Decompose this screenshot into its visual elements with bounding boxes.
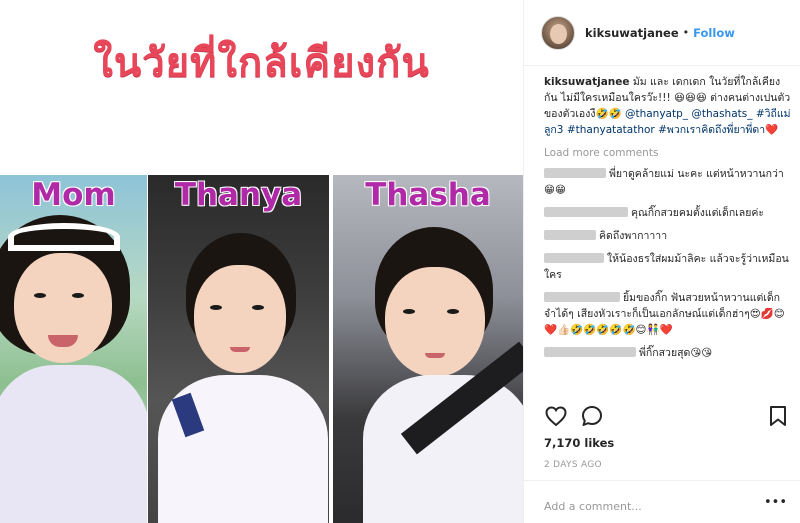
blurred-username[interactable]: [544, 230, 596, 240]
comment-box: •••: [524, 480, 800, 523]
label-mom: Mom: [31, 177, 116, 213]
post-header: kiksuwatjanee • Follow: [524, 0, 800, 66]
label-thasha: Thasha: [365, 177, 491, 213]
hashtag-link[interactable]: #พวกเราคิดถึงพี่ยาพี่ดา: [658, 124, 765, 136]
blurred-username[interactable]: [544, 207, 628, 217]
comment-item: คุณกิ๊กสวยคมตั้งแต่เด็กเลยค่ะ: [544, 205, 792, 221]
more-dots-icon[interactable]: •••: [764, 495, 787, 510]
caption: kiksuwatjanee มัม และ เดกเดก ในวัยที่ใกล…: [544, 74, 792, 138]
hashtag-link[interactable]: #thanyatatathor: [567, 124, 655, 136]
blurred-username[interactable]: [544, 347, 636, 357]
load-more-comments[interactable]: Load more comments: [544, 145, 792, 161]
follow-button[interactable]: Follow: [693, 26, 735, 40]
header-username[interactable]: kiksuwatjanee: [585, 26, 679, 40]
comment-text: พี่กิ๊กสวยสุด😘😘: [639, 347, 713, 359]
comment-text: คิดถึงพากาาาา: [599, 230, 668, 242]
post-timestamp[interactable]: 2 DAYS AGO: [544, 460, 602, 470]
separator-dot: •: [682, 26, 690, 39]
heart-emoji: ❤️: [765, 124, 779, 136]
comment-input[interactable]: [544, 500, 774, 513]
caption-username[interactable]: kiksuwatjanee: [544, 76, 630, 88]
photo-thanya: Thanya: [148, 175, 329, 523]
post-headline: ในวัยที่ใกล้เคียงกัน: [93, 40, 430, 86]
post-image[interactable]: ในวัยที่ใกล้เคียงกัน Mom Thanya Thasha: [0, 0, 523, 523]
avatar[interactable]: [541, 15, 575, 50]
comment-item: ให้น้องธรใส่ผมม้าลิคะ แล้วจะรู้ว่าเหมือน…: [544, 251, 792, 283]
blurred-username[interactable]: [544, 168, 606, 178]
likes-count[interactable]: 7,170 likes: [544, 436, 614, 450]
heart-icon[interactable]: [544, 404, 568, 428]
mention-link[interactable]: @thashats_: [691, 108, 752, 120]
comment-item: พี่ยาดูคล้ายแม่ นะคะ แต่หน้าหวานกว่า😁😁: [544, 166, 792, 198]
comment-item: พี่กิ๊กสวยสุด😘😘: [544, 345, 792, 361]
comment-item: ยิ้มของกิ๊ก ฟันสวยหน้าหวานแต่เด็ก จำได้ๆ…: [544, 290, 792, 338]
action-bar: [544, 404, 789, 432]
blurred-username[interactable]: [544, 253, 604, 263]
blurred-username[interactable]: [544, 292, 620, 302]
label-thanya: Thanya: [174, 177, 303, 213]
comment-item: คิดถึงพากาาาา: [544, 228, 792, 244]
post-sidebar: kiksuwatjanee • Follow kiksuwatjanee มัม…: [523, 0, 800, 523]
bookmark-icon[interactable]: [766, 404, 790, 428]
photo-mom: Mom: [0, 175, 147, 523]
photo-thasha: Thasha: [333, 175, 523, 523]
comment-text: คุณกิ๊กสวยคมตั้งแต่เด็กเลยค่ะ: [631, 207, 765, 219]
comments-list: kiksuwatjanee มัม และ เดกเดก ในวัยที่ใกล…: [544, 74, 792, 397]
comment-icon[interactable]: [580, 404, 604, 428]
mention-link[interactable]: @thanyatp_: [625, 108, 688, 120]
